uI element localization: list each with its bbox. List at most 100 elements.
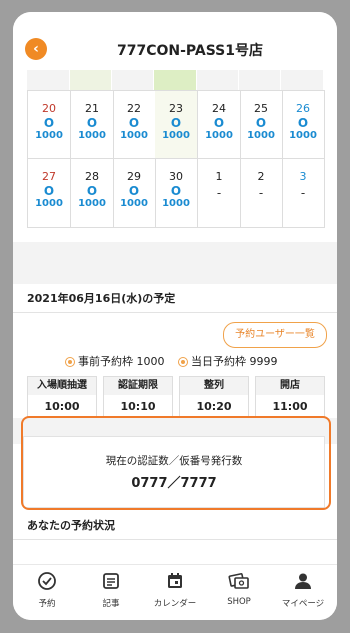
- calendar-day-cell[interactable]: 28 O 1000: [71, 159, 114, 227]
- advance-quota-value: 1000: [136, 355, 165, 368]
- calendar-capacity: 1000: [120, 130, 148, 141]
- availability-circle-icon: O: [128, 116, 140, 130]
- target-icon: [65, 357, 75, 367]
- availability-circle-icon: O: [255, 116, 267, 130]
- page-title: 777CON-PASS1号店: [116, 43, 263, 59]
- calendar-day-number: 22: [127, 102, 141, 115]
- nav-reservation[interactable]: 予約: [15, 571, 79, 609]
- calendar-day-number: 20: [42, 102, 56, 115]
- availability-circle-icon: O: [86, 184, 98, 198]
- highlight-frame: [21, 416, 331, 510]
- calendar-icon: [143, 571, 207, 593]
- calendar-day-cell[interactable]: 25 O 1000: [240, 91, 283, 159]
- info-box-label: 整列: [180, 377, 248, 395]
- nav-label: カレンダー: [153, 599, 197, 609]
- calendar-day-number: 25: [254, 102, 268, 115]
- calendar-day-cell[interactable]: 1-: [198, 159, 241, 227]
- header: ‹ 777CON-PASS1号店: [13, 12, 337, 64]
- calendar-week-row: 27 O 1000 28 O 1000 29 O 1000 30 O 1000 1-2-3-: [28, 158, 324, 227]
- app-screen: ‹ 777CON-PASS1号店 20 O 1000 21 O 1000 22 O 1000 23…: [13, 12, 337, 620]
- calendar-capacity: 1000: [35, 130, 63, 141]
- availability-circle-icon: O: [170, 184, 182, 198]
- calendar-unavailable: -: [258, 186, 264, 200]
- calendar-day-number: 1: [215, 170, 223, 183]
- advance-quota: 事前予約枠 1000: [65, 353, 165, 369]
- check-circle-icon: [15, 571, 79, 593]
- info-box-lineup: 整列 10:20: [179, 376, 249, 420]
- target-icon: [178, 357, 188, 367]
- info-box-label: 入場順抽選: [28, 377, 96, 395]
- calendar-day-cell[interactable]: 29 O 1000: [113, 159, 156, 227]
- divider: [13, 539, 337, 540]
- nav-label: マイページ: [281, 599, 325, 609]
- info-box-lottery: 入場順抽選 10:00: [27, 376, 97, 420]
- shop-icon: [207, 571, 271, 593]
- calendar-capacity: 1000: [162, 130, 190, 141]
- calendar-day-number: 21: [85, 102, 99, 115]
- calendar-day-number: 3: [299, 170, 307, 183]
- calendar-day-cell[interactable]: 30 O 1000: [155, 159, 198, 227]
- calendar-unavailable: -: [216, 186, 222, 200]
- quota-row: 事前予約枠 1000 当日予約枠 9999: [65, 353, 315, 369]
- info-box-label: 開店: [256, 377, 324, 395]
- sameday-quota-value: 9999: [249, 355, 278, 368]
- availability-circle-icon: O: [86, 116, 98, 130]
- calendar-day-number: 23: [169, 102, 183, 115]
- nav-calendar[interactable]: カレンダー: [143, 571, 207, 609]
- availability-circle-icon: O: [170, 116, 182, 130]
- reservation-status-title: あなたの予約状況: [27, 519, 115, 532]
- calendar-day-cell[interactable]: 27 O 1000: [28, 159, 71, 227]
- availability-circle-icon: O: [43, 184, 55, 198]
- sameday-quota: 当日予約枠 9999: [178, 353, 278, 369]
- user-icon: [271, 571, 335, 593]
- calendar-capacity: 1000: [78, 198, 106, 209]
- back-button[interactable]: ‹: [25, 38, 47, 60]
- calendar-unavailable: -: [300, 186, 306, 200]
- info-box-auth-deadline: 認証期限 10:10: [103, 376, 173, 420]
- info-box-label: 認証期限: [104, 377, 172, 395]
- calendar-day-number: 28: [85, 170, 99, 183]
- divider: [13, 312, 337, 313]
- bottom-navigation: 予約 記事 カレンダー SHOP マイページ: [13, 564, 337, 620]
- nav-mypage[interactable]: マイページ: [271, 571, 335, 609]
- nav-label: 予約: [38, 599, 56, 609]
- availability-circle-icon: O: [128, 184, 140, 198]
- calendar-day-cell[interactable]: 24 O 1000: [198, 91, 241, 159]
- nav-articles[interactable]: 記事: [79, 571, 143, 609]
- calendar-day-cell[interactable]: 21 O 1000: [71, 91, 114, 159]
- calendar-day-number: 24: [212, 102, 226, 115]
- calendar-week-row: 20 O 1000 21 O 1000 22 O 1000 23 O 1000 24 O 1000 25 O 10…: [28, 90, 324, 159]
- calendar-capacity: 1000: [120, 198, 148, 209]
- calendar-capacity: 1000: [205, 130, 233, 141]
- calendar-capacity: 1000: [78, 130, 106, 141]
- nav-shop[interactable]: SHOP: [207, 571, 271, 607]
- article-icon: [79, 571, 143, 593]
- calendar-day-cell[interactable]: 23 O 1000: [155, 91, 198, 159]
- calendar-capacity: 1000: [35, 198, 63, 209]
- availability-circle-icon: O: [213, 116, 225, 130]
- availability-circle-icon: O: [297, 116, 309, 130]
- schedule-date-title: 2021年06月16日(水)の予定: [27, 292, 176, 305]
- nav-label: 記事: [102, 599, 120, 609]
- calendar-capacity: 1000: [162, 198, 190, 209]
- calendar-grid: 20 O 1000 21 O 1000 22 O 1000 23 O 1000 24 O 1000 25 O 10…: [27, 90, 325, 228]
- calendar-day-cell[interactable]: 22 O 1000: [113, 91, 156, 159]
- calendar-capacity: 1000: [289, 130, 317, 141]
- reserved-users-button[interactable]: 予約ユーザー一覧: [223, 322, 327, 348]
- calendar-day-cell[interactable]: 3-: [282, 159, 324, 227]
- calendar-day-number: 2: [257, 170, 265, 183]
- calendar-day-cell[interactable]: 20 O 1000: [28, 91, 71, 159]
- calendar-day-cell[interactable]: 2-: [240, 159, 283, 227]
- info-box-opening: 開店 11:00: [255, 376, 325, 420]
- chevron-left-icon: ‹: [33, 41, 39, 57]
- calendar-day-number: 26: [296, 102, 310, 115]
- calendar-capacity: 1000: [247, 130, 275, 141]
- calendar-header-strip: [27, 70, 323, 90]
- calendar-day-number: 29: [127, 170, 141, 183]
- calendar-day-number: 27: [42, 170, 56, 183]
- calendar-day-cell[interactable]: 26 O 1000: [282, 91, 324, 159]
- calendar-day-number: 30: [169, 170, 183, 183]
- availability-circle-icon: O: [43, 116, 55, 130]
- section-separator: [13, 242, 337, 284]
- nav-label: SHOP: [227, 597, 251, 607]
